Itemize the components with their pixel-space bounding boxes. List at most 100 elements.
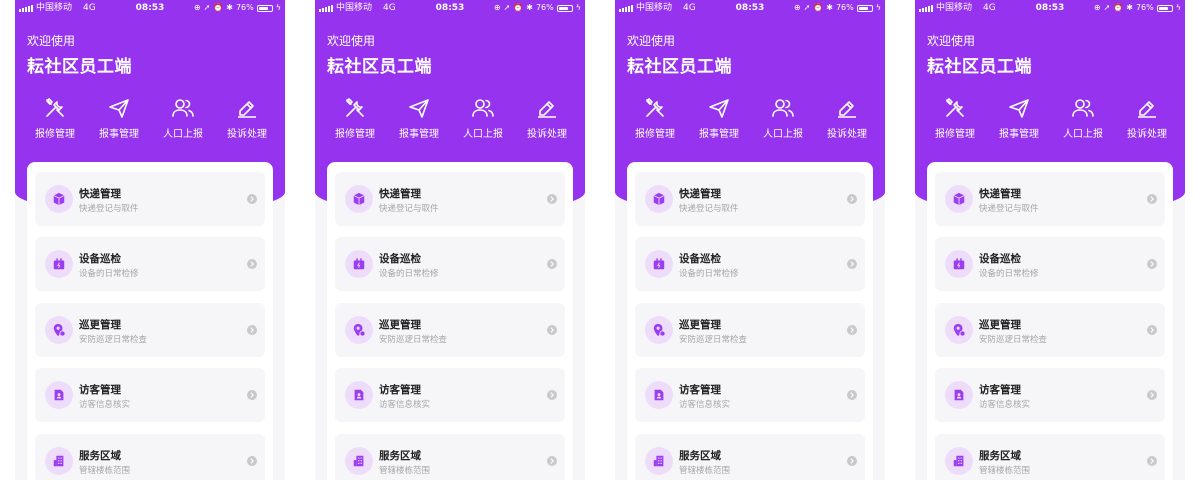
people-icon	[1071, 96, 1095, 120]
quick-action-label: 投诉处理	[227, 129, 267, 140]
quick-action-paper-plane[interactable]: 报事管理	[691, 96, 747, 140]
menu-item-building[interactable]: 服务区域 管辖楼栋范围	[635, 434, 865, 480]
quick-action-tools[interactable]: 报修管理	[27, 96, 83, 140]
app-title: 耘社区员工端	[327, 57, 432, 77]
chevron-right-icon	[1147, 325, 1157, 335]
chevron-right-icon	[847, 390, 857, 400]
quick-action-label: 报事管理	[999, 129, 1039, 140]
quick-action-tools[interactable]: 报修管理	[927, 96, 983, 140]
menu-item-title: 访客管理	[379, 384, 421, 396]
people-icon	[471, 96, 495, 120]
phone-screen: 中国移动 4G 08:53 ⊕ ➚ ⏰ ✱ 76% ϟ 欢迎使用 耘社区员工端 报修管理 报事管理 人口上…	[315, 0, 585, 480]
building-icon	[945, 447, 973, 475]
welcome-text: 欢迎使用	[627, 34, 676, 48]
app-title: 耘社区员工端	[627, 57, 732, 77]
quick-action-label: 人口上报	[1063, 129, 1103, 140]
quick-action-edit[interactable]: 投诉处理	[1119, 96, 1175, 140]
menu-item-title: 巡更管理	[979, 319, 1021, 331]
package-icon	[645, 185, 673, 213]
quick-action-tools[interactable]: 报修管理	[627, 96, 683, 140]
tools-icon	[643, 96, 667, 120]
quick-action-label: 报事管理	[399, 129, 439, 140]
quick-action-edit[interactable]: 投诉处理	[219, 96, 275, 140]
battery-icon	[256, 4, 273, 12]
paper-plane-icon	[707, 96, 731, 120]
menu-item-title: 服务区域	[979, 450, 1021, 462]
menu-card: 快递管理 快递登记与取件 设备巡检 设备的日常检修 巡更管理 安防巡逻日常检查 访客管理 访客…	[627, 162, 873, 480]
menu-item-building[interactable]: 服务区域 管辖楼栋范围	[935, 434, 1165, 480]
orientation-lock-icon: ⊕	[493, 3, 501, 12]
menu-item-subtitle: 快递登记与取件	[979, 204, 1039, 214]
quick-action-label: 投诉处理	[827, 129, 867, 140]
menu-item-visitor[interactable]: 访客管理 访客信息核实	[635, 368, 865, 422]
menu-item-title: 巡更管理	[79, 319, 121, 331]
menu-item-title: 访客管理	[679, 384, 721, 396]
battery-percent: 76%	[235, 3, 254, 12]
visitor-icon	[45, 381, 73, 409]
menu-item-subtitle: 管辖楼栋范围	[679, 466, 731, 476]
menu-item-subtitle: 安防巡逻日常检查	[379, 335, 448, 345]
quick-action-label: 报修管理	[935, 129, 975, 140]
menu-item-patrol[interactable]: 巡更管理 安防巡逻日常检查	[935, 303, 1165, 357]
quick-action-label: 报事管理	[699, 129, 739, 140]
menu-item-device[interactable]: 设备巡检 设备的日常检修	[35, 237, 265, 291]
quick-action-people[interactable]: 人口上报	[755, 96, 811, 140]
chevron-right-icon	[547, 456, 557, 466]
location-icon: ➚	[803, 3, 811, 12]
battery-fill	[558, 6, 568, 10]
quick-action-label: 人口上报	[163, 129, 203, 140]
chevron-right-icon	[247, 456, 257, 466]
menu-card: 快递管理 快递登记与取件 设备巡检 设备的日常检修 巡更管理 安防巡逻日常检查 访客管理 访客…	[27, 162, 273, 480]
menu-item-building[interactable]: 服务区域 管辖楼栋范围	[335, 434, 565, 480]
chevron-right-icon	[1147, 390, 1157, 400]
menu-item-package[interactable]: 快递管理 快递登记与取件	[635, 172, 865, 226]
location-icon: ➚	[503, 3, 511, 12]
status-bar: 中国移动 4G 08:53 ⊕ ➚ ⏰ ✱ 76% ϟ	[915, 0, 1185, 16]
quick-action-label: 人口上报	[463, 129, 503, 140]
menu-item-patrol[interactable]: 巡更管理 安防巡逻日常检查	[635, 303, 865, 357]
menu-item-patrol[interactable]: 巡更管理 安防巡逻日常检查	[35, 303, 265, 357]
building-icon	[645, 447, 673, 475]
quick-action-edit[interactable]: 投诉处理	[819, 96, 875, 140]
menu-item-title: 访客管理	[79, 384, 121, 396]
menu-item-building[interactable]: 服务区域 管辖楼栋范围	[35, 434, 265, 480]
location-icon: ➚	[1103, 3, 1111, 12]
menu-item-visitor[interactable]: 访客管理 访客信息核实	[335, 368, 565, 422]
people-icon	[171, 96, 195, 120]
menu-item-package[interactable]: 快递管理 快递登记与取件	[335, 172, 565, 226]
menu-item-visitor[interactable]: 访客管理 访客信息核实	[935, 368, 1165, 422]
quick-action-paper-plane[interactable]: 报事管理	[991, 96, 1047, 140]
status-right: ⊕ ➚ ⏰ ✱ 76% ϟ	[494, 0, 581, 16]
edit-icon	[835, 96, 859, 120]
package-icon	[945, 185, 973, 213]
quick-action-paper-plane[interactable]: 报事管理	[391, 96, 447, 140]
alarm-icon: ⏰	[813, 3, 824, 12]
edit-icon	[1135, 96, 1159, 120]
alarm-icon: ⏰	[1113, 3, 1124, 12]
menu-item-title: 快递管理	[979, 188, 1021, 200]
menu-item-subtitle: 访客信息核实	[79, 400, 131, 410]
menu-item-device[interactable]: 设备巡检 设备的日常检修	[635, 237, 865, 291]
quick-action-paper-plane[interactable]: 报事管理	[91, 96, 147, 140]
chevron-right-icon	[1147, 259, 1157, 269]
menu-item-package[interactable]: 快递管理快递登记与取件	[935, 172, 1165, 226]
patrol-icon	[45, 316, 73, 344]
menu-item-device[interactable]: 设备巡检 设备的日常检修	[335, 237, 565, 291]
menu-item-title: 巡更管理	[379, 319, 421, 331]
phone-screen: 中国移动 4G 08:53 ⊕ ➚ ⏰ ✱ 76% ϟ 欢迎使用 耘社区员工端 报修管理 报事管理 人口上…	[915, 0, 1185, 480]
quick-action-people[interactable]: 人口上报	[1055, 96, 1111, 140]
tools-icon	[343, 96, 367, 120]
menu-item-subtitle: 管辖楼栋范围	[379, 466, 431, 476]
menu-item-visitor[interactable]: 访客管理访客信息核实	[35, 368, 265, 422]
menu-item-package[interactable]: 快递管理 快递登记与取件	[35, 172, 265, 226]
visitor-icon	[345, 381, 373, 409]
menu-item-patrol[interactable]: 巡更管理安防巡逻日常检查	[335, 303, 565, 357]
quick-action-edit[interactable]: 投诉处理	[519, 96, 575, 140]
status-bar: 中国移动 4G 08:53 ⊕ ➚ ⏰ ✱ 76% ϟ	[15, 0, 285, 16]
quick-action-people[interactable]: 人口上报	[155, 96, 211, 140]
quick-action-people[interactable]: 人口上报	[455, 96, 511, 140]
menu-item-device[interactable]: 设备巡检 设备的日常检修	[935, 237, 1165, 291]
quick-action-tools[interactable]: 报修管理	[327, 96, 383, 140]
quick-action-label: 报修管理	[35, 129, 75, 140]
battery-icon	[856, 4, 873, 12]
